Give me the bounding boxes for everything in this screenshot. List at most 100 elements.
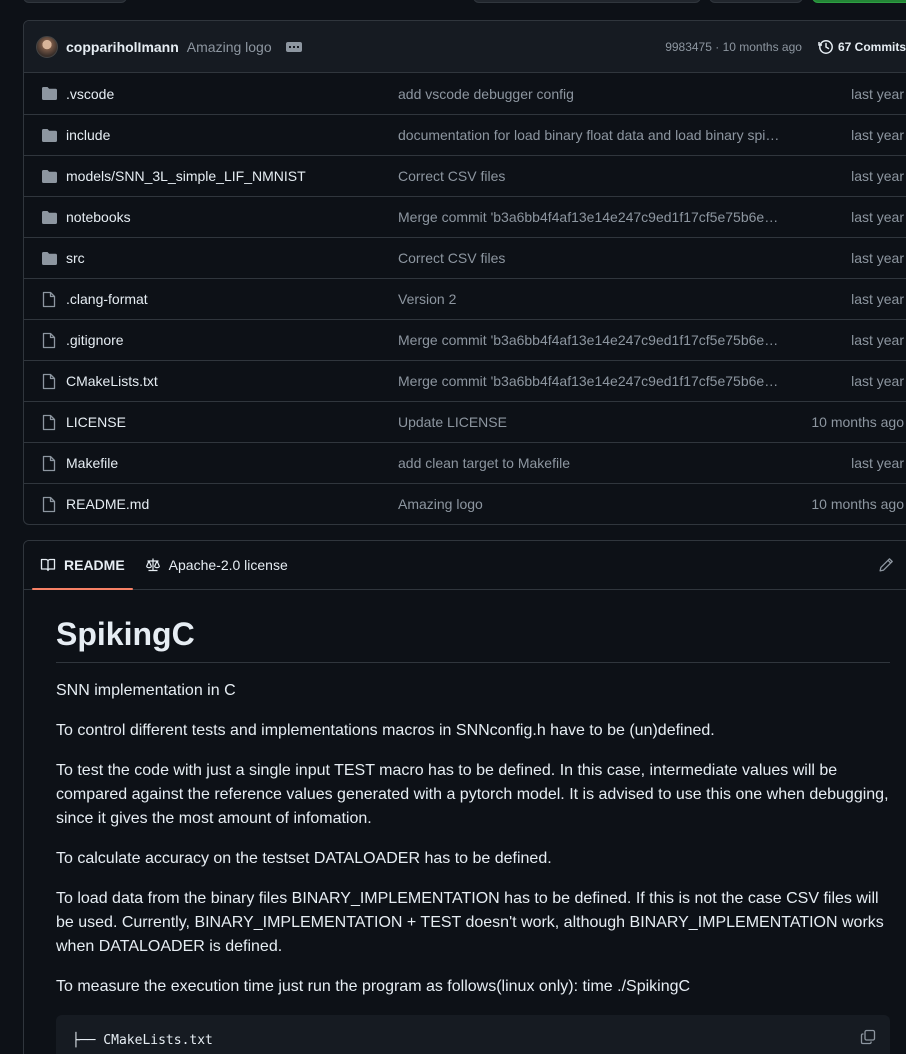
- readme-paragraph: SNN implementation in C: [56, 682, 236, 699]
- file-commit-message[interactable]: Merge commit 'b3a6bb4f4af13e14e247c9ed1f…: [398, 373, 784, 389]
- file-list: .vscode add vscode debugger config last ye…: [24, 73, 906, 524]
- file-row[interactable]: CMakeLists.txt Merge commit 'b3a6bb4f4af1…: [24, 360, 906, 401]
- file-row[interactable]: src Correct CSV files last year: [24, 237, 906, 278]
- commit-author[interactable]: coppariholImann: [66, 39, 179, 55]
- file-commit-date: 10 months ago: [811, 414, 904, 430]
- folder-icon: [41, 251, 57, 265]
- readme-tab-bar: README Apache-2.0 license: [24, 541, 906, 590]
- code-block: ├── CMakeLists.txt: [56, 1015, 890, 1054]
- file-type-icon: [40, 455, 58, 471]
- file-row[interactable]: include documentation for load binary flo…: [24, 114, 906, 155]
- file-commit-message[interactable]: Correct CSV files: [398, 168, 784, 184]
- file-name[interactable]: include: [66, 127, 398, 143]
- top-button-go-to-file[interactable]: [473, 0, 701, 3]
- file-commit-date: last year: [851, 373, 904, 389]
- commit-sha-time[interactable]: 9983475 · 10 months ago: [665, 40, 802, 54]
- file-type-icon: [40, 291, 58, 307]
- file-type-icon: [40, 168, 58, 184]
- readme-paragraph: To measure the execution time just run t…: [56, 978, 691, 995]
- commit-message[interactable]: Amazing logo: [187, 39, 272, 55]
- tab-license[interactable]: Apache-2.0 license: [137, 541, 296, 589]
- file-commit-message[interactable]: Correct CSV files: [398, 250, 784, 266]
- top-button-add-file[interactable]: [709, 0, 803, 3]
- code-line: ├── CMakeLists.txt: [72, 1033, 213, 1048]
- file-name[interactable]: notebooks: [66, 209, 398, 225]
- file-type-icon: [40, 332, 58, 348]
- file-commit-date: last year: [851, 455, 904, 471]
- file-type-icon: [40, 373, 58, 389]
- file-row[interactable]: .clang-format Version 2 last year: [24, 278, 906, 319]
- file-commit-message[interactable]: Merge commit 'b3a6bb4f4af13e14e247c9ed1f…: [398, 209, 784, 225]
- file-name[interactable]: .clang-format: [66, 291, 398, 307]
- folder-icon: [41, 128, 57, 142]
- file-commit-date: last year: [851, 168, 904, 184]
- readme-panel: README Apache-2.0 license SpikingC SNN i…: [23, 540, 906, 1054]
- readme-paragraph: To control different tests and implement…: [56, 722, 715, 739]
- file-type-icon: [40, 209, 58, 225]
- file-icon: [42, 455, 56, 471]
- readme-title: SpikingC: [56, 614, 890, 663]
- file-type-icon: [40, 496, 58, 512]
- file-name[interactable]: models/SNN_3L_simple_LIF_NMNIST: [66, 168, 398, 184]
- file-commit-date: last year: [851, 85, 904, 102]
- file-row[interactable]: LICENSE Update LICENSE 10 months ago: [24, 401, 906, 442]
- file-commit-message[interactable]: Amazing logo: [398, 496, 784, 512]
- file-commit-date: last year: [851, 332, 904, 348]
- file-type-icon: [40, 414, 58, 430]
- file-browser: coppariholImann Amazing logo 9983475 · 1…: [23, 20, 906, 525]
- file-commit-date: last year: [851, 209, 904, 225]
- readme-paragraph: To calculate accuracy on the testset DAT…: [56, 850, 552, 867]
- tab-readme[interactable]: README: [32, 541, 133, 590]
- folder-icon: [41, 169, 57, 183]
- file-row[interactable]: models/SNN_3L_simple_LIF_NMNIST Correct C…: [24, 155, 906, 196]
- commit-details-ellipsis-icon[interactable]: [285, 41, 302, 52]
- file-commit-date: last year: [851, 250, 904, 266]
- tab-license-label: Apache-2.0 license: [168, 557, 288, 573]
- file-row[interactable]: .gitignore Merge commit 'b3a6bb4f4af13e14…: [24, 319, 906, 360]
- file-commit-date: last year: [851, 291, 904, 307]
- file-row[interactable]: .vscode add vscode debugger config last ye…: [24, 73, 906, 114]
- file-type-icon: [40, 250, 58, 266]
- copy-icon[interactable]: [860, 1029, 876, 1045]
- scale-icon: [145, 558, 160, 572]
- readme-content: SpikingC SNN implementation in C To cont…: [24, 590, 906, 1054]
- top-button-code[interactable]: [812, 0, 906, 3]
- readme-paragraph: To load data from the binary files BINAR…: [56, 890, 884, 955]
- file-commit-date: 10 months ago: [811, 496, 904, 512]
- file-commit-message[interactable]: Update LICENSE: [398, 414, 784, 430]
- file-icon: [42, 414, 56, 430]
- file-name[interactable]: .gitignore: [66, 332, 398, 348]
- file-icon: [42, 332, 56, 348]
- file-row[interactable]: Makefile add clean target to Makefile last…: [24, 442, 906, 483]
- file-commit-message[interactable]: add vscode debugger config: [398, 86, 784, 102]
- file-commit-message[interactable]: documentation for load binary float data…: [398, 127, 784, 143]
- file-type-icon: [40, 127, 58, 143]
- file-row[interactable]: notebooks Merge commit 'b3a6bb4f4af13e14e…: [24, 196, 906, 237]
- avatar[interactable]: [36, 35, 58, 58]
- commits-count: 67 Commits: [837, 39, 906, 54]
- top-button-left[interactable]: [23, 0, 127, 3]
- file-name[interactable]: Makefile: [66, 455, 398, 471]
- file-icon: [42, 291, 56, 307]
- file-commit-message[interactable]: Merge commit 'b3a6bb4f4af13e14e247c9ed1f…: [398, 332, 784, 348]
- latest-commit-bar: coppariholImann Amazing logo 9983475 · 1…: [24, 21, 906, 73]
- book-icon: [40, 558, 56, 572]
- file-name[interactable]: src: [66, 250, 398, 266]
- file-type-icon: [40, 86, 58, 102]
- folder-icon: [41, 210, 57, 224]
- tab-readme-label: README: [64, 557, 125, 573]
- file-commit-message[interactable]: add clean target to Makefile: [398, 455, 784, 471]
- file-name[interactable]: .vscode: [66, 86, 398, 102]
- file-name[interactable]: README.md: [66, 496, 398, 512]
- readme-paragraph: To test the code with just a single inpu…: [56, 762, 889, 827]
- file-icon: [42, 496, 56, 512]
- folder-icon: [41, 87, 57, 100]
- file-name[interactable]: LICENSE: [66, 414, 398, 430]
- pencil-icon[interactable]: [878, 557, 894, 573]
- file-row[interactable]: README.md Amazing logo 10 months ago: [24, 483, 906, 524]
- file-icon: [42, 373, 56, 389]
- history-icon: [818, 39, 833, 54]
- file-name[interactable]: CMakeLists.txt: [66, 373, 398, 389]
- commits-link[interactable]: 67 Commits: [818, 39, 906, 55]
- file-commit-message[interactable]: Version 2: [398, 291, 784, 307]
